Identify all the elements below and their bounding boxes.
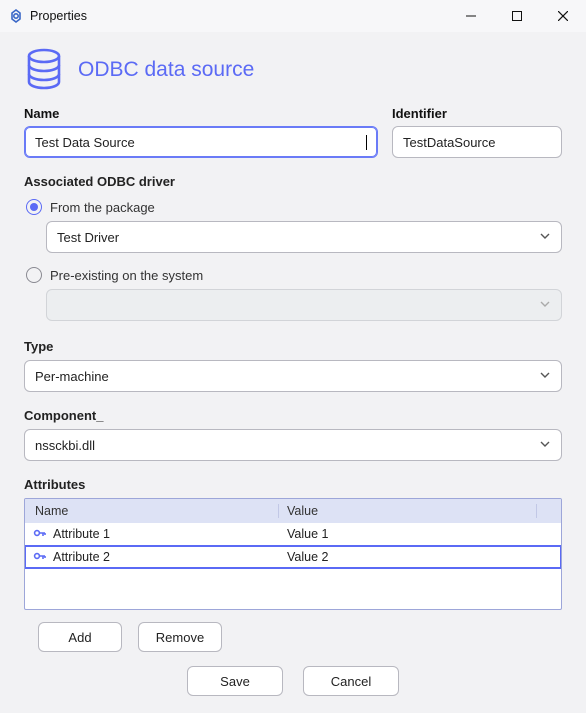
radio-preexisting-label: Pre-existing on the system [50,268,203,283]
radio-from-package-label: From the package [50,200,155,215]
radio-icon [26,199,42,215]
identifier-label: Identifier [392,106,562,121]
attributes-header-value[interactable]: Value [279,504,537,518]
odbc-driver-label: Associated ODBC driver [24,174,562,189]
save-button[interactable]: Save [187,666,283,696]
name-input-value: Test Data Source [35,135,135,150]
database-icon [24,48,64,92]
titlebar: Properties [0,0,586,32]
page-title: ODBC data source [78,58,254,82]
type-label: Type [24,339,562,354]
radio-preexisting[interactable]: Pre-existing on the system [26,267,562,283]
key-icon [33,527,47,541]
content-area: ODBC data source Name Test Data Source I… [0,32,586,713]
attr-name: Attribute 2 [53,550,110,564]
identifier-input[interactable] [392,126,562,158]
attr-value: Value 1 [287,527,328,541]
from-package-driver-value: Test Driver [57,230,119,245]
preexisting-driver-select [46,289,562,321]
chevron-down-icon [539,438,551,453]
table-row[interactable]: Attribute 1 Value 1 [25,523,561,545]
radio-from-package[interactable]: From the package [26,199,562,215]
component-select[interactable]: nssckbi.dll [24,429,562,461]
window-controls [448,0,586,32]
component-label: Component_ [24,408,562,423]
type-value: Per-machine [35,369,109,384]
page-header: ODBC data source [24,48,562,92]
properties-window: Properties ODBC da [0,0,586,713]
attributes-label: Attributes [24,477,562,492]
from-package-driver-select[interactable]: Test Driver [46,221,562,253]
name-label: Name [24,106,378,121]
attr-name: Attribute 1 [53,527,110,541]
attr-value: Value 2 [287,550,328,564]
attributes-header-name[interactable]: Name [25,504,279,518]
key-icon [33,550,47,564]
radio-icon [26,267,42,283]
chevron-down-icon [539,369,551,384]
minimize-button[interactable] [448,0,494,32]
chevron-down-icon [539,298,551,313]
type-select[interactable]: Per-machine [24,360,562,392]
attributes-header: Name Value [25,499,561,523]
text-caret [366,135,367,150]
cancel-button[interactable]: Cancel [303,666,399,696]
maximize-button[interactable] [494,0,540,32]
name-input[interactable]: Test Data Source [24,126,378,158]
table-row[interactable]: Attribute 2 Value 2 [25,545,561,569]
attributes-table: Name Value Attribute 1 Value 1 Attribute 2… [24,498,562,610]
add-button[interactable]: Add [38,622,122,652]
component-value: nssckbi.dll [35,438,95,453]
remove-button[interactable]: Remove [138,622,222,652]
footer: Save Cancel [24,652,562,706]
window-title: Properties [30,9,87,23]
close-button[interactable] [540,0,586,32]
chevron-down-icon [539,230,551,245]
app-icon [8,8,24,24]
